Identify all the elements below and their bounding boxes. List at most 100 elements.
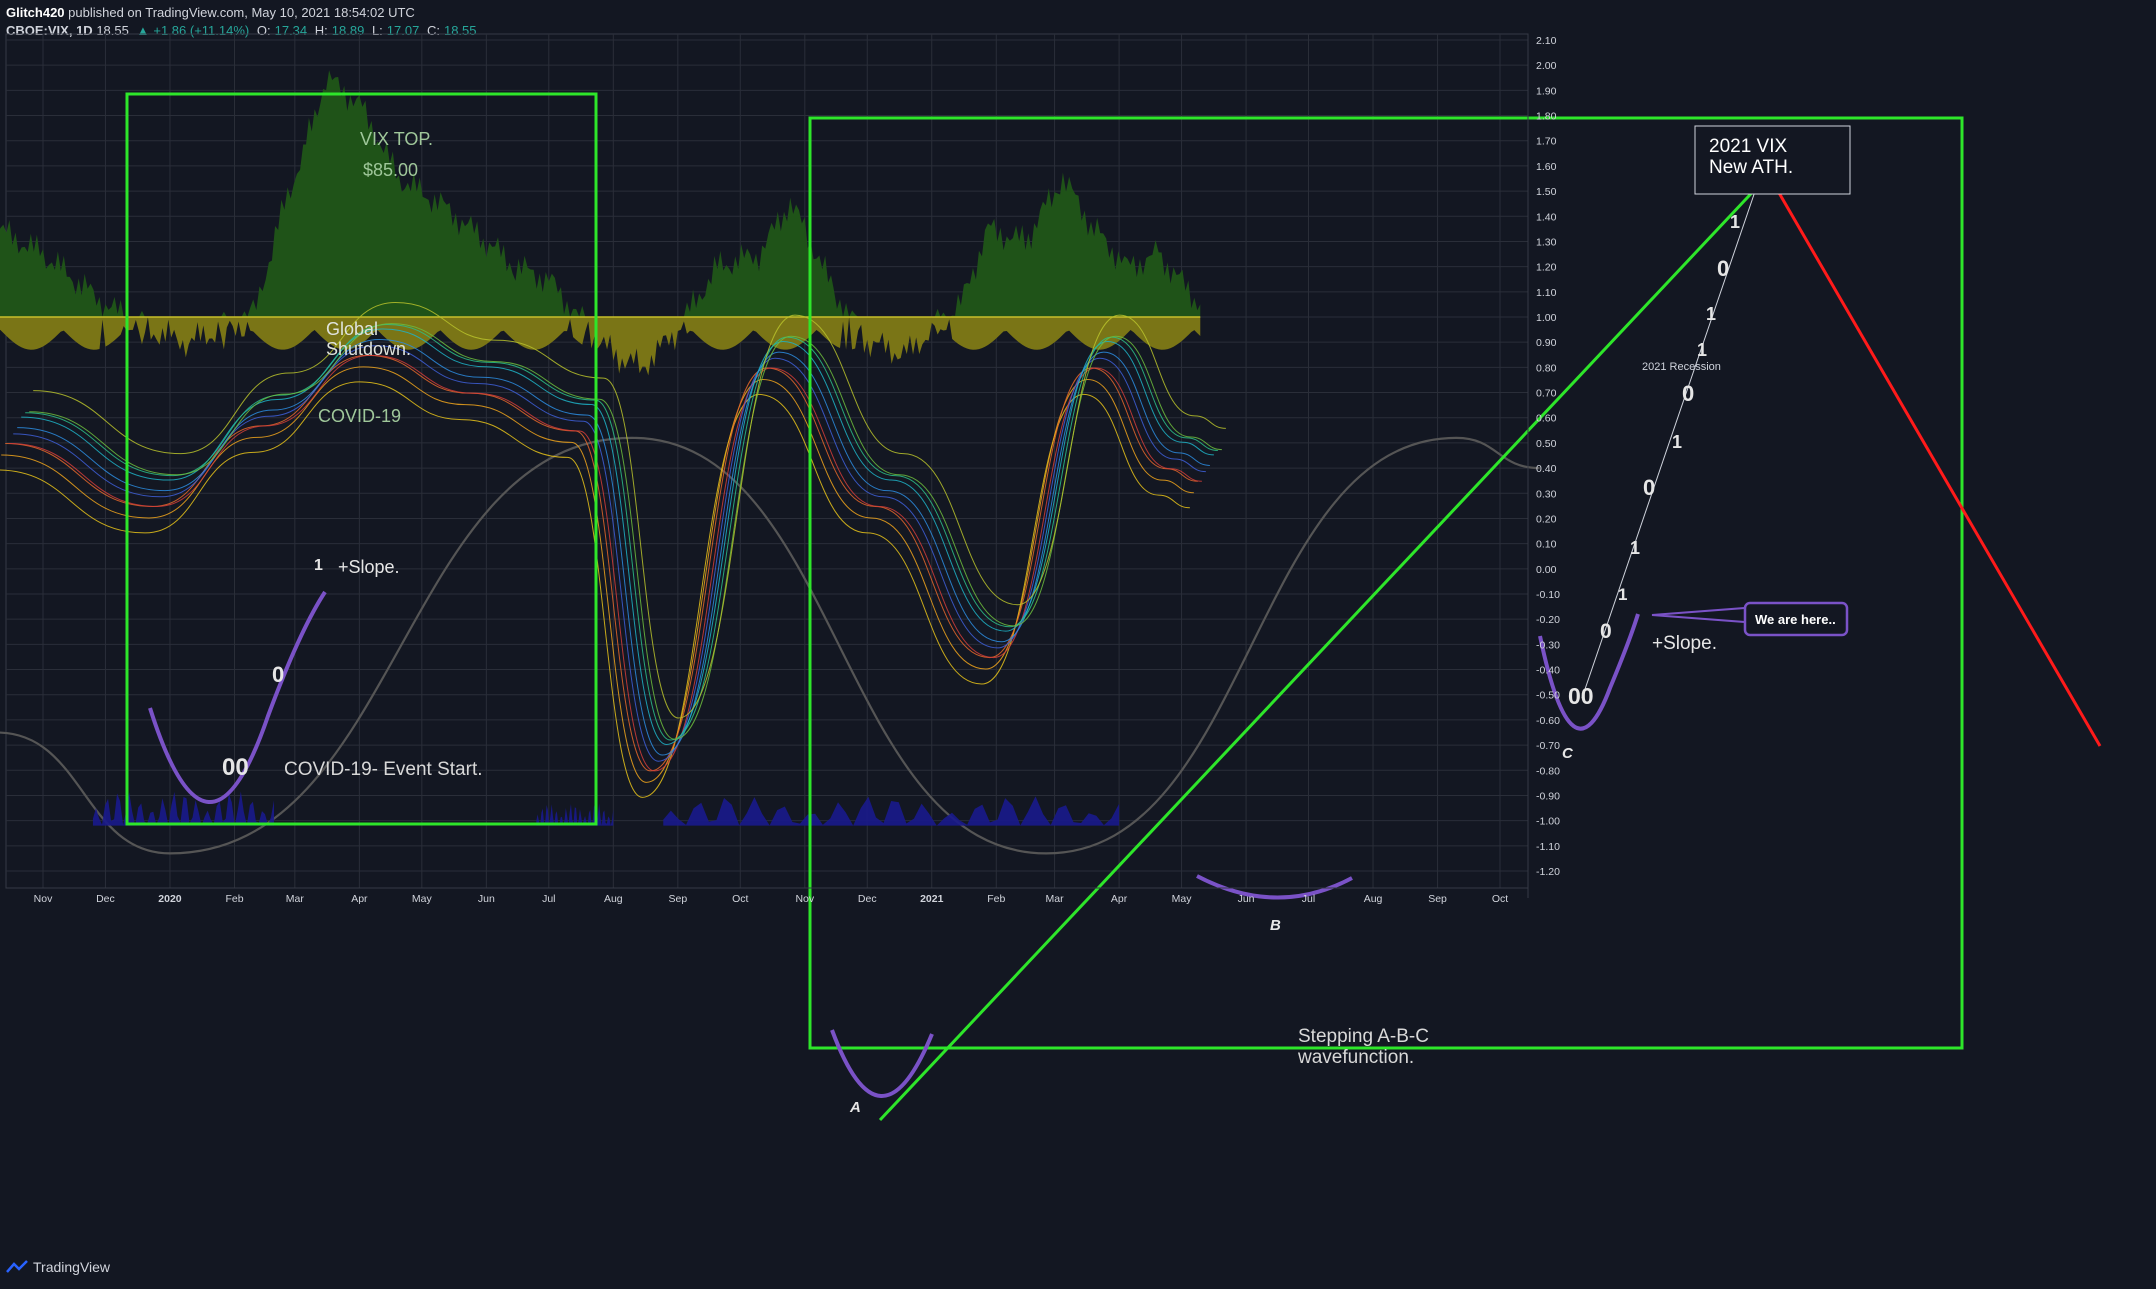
- price-tick-label: 1.60: [1536, 161, 1557, 173]
- digit-marker: 1: [1618, 585, 1627, 604]
- time-tick-label: Apr: [1111, 893, 1128, 905]
- time-tick-label: Feb: [225, 893, 243, 905]
- time-tick-label: 2020: [158, 893, 182, 905]
- price-tick-label: -0.20: [1536, 614, 1560, 626]
- wave-label-c: C: [1562, 745, 1574, 762]
- time-tick-label: Nov: [34, 893, 53, 905]
- price-tick-label: 2.10: [1536, 35, 1557, 47]
- price-tick-label: 0.70: [1536, 388, 1557, 400]
- time-tick-label: Feb: [987, 893, 1005, 905]
- time-tick-label: Oct: [1492, 893, 1508, 905]
- red-projection-line: [1773, 185, 2102, 747]
- digit-marker: 1: [1706, 304, 1716, 324]
- time-tick-label: 2021: [920, 893, 944, 905]
- price-tick-label: -0.10: [1536, 589, 1560, 601]
- price-tick-label: 2.00: [1536, 60, 1557, 72]
- covid-label: COVID-19: [318, 406, 401, 426]
- volume-burst: [536, 803, 614, 826]
- price-tick-label: 0.60: [1536, 413, 1557, 425]
- price-tick-label: 0.80: [1536, 362, 1557, 374]
- digit-marker: 1: [1630, 538, 1640, 558]
- footer-brand-label: TradingView: [33, 1259, 111, 1275]
- tradingview-logo-icon: [6, 1260, 28, 1273]
- time-tick-label: Jul: [542, 893, 555, 905]
- price-tick-label: 1.00: [1536, 312, 1557, 324]
- price-tick-label: -0.80: [1536, 765, 1560, 777]
- price-tick-label: -0.50: [1536, 690, 1560, 702]
- time-tick-label: Oct: [732, 893, 748, 905]
- price-tick-label: 0.50: [1536, 438, 1557, 450]
- price-tick-label: 1.50: [1536, 186, 1557, 198]
- vix-price-label: $85.00: [363, 160, 418, 180]
- we-are-here-label: We are here..: [1755, 612, 1836, 627]
- green-area: [0, 70, 1201, 317]
- digit-marker: 0: [1600, 620, 1612, 643]
- time-tick-label: Nov: [795, 893, 814, 905]
- vix-top-label: VIX TOP.: [360, 129, 433, 149]
- price-tick-label: -0.70: [1536, 740, 1560, 752]
- price-tick-label: -0.90: [1536, 790, 1560, 802]
- slope-label-c: +Slope.: [1652, 633, 1717, 654]
- price-tick-label: 1.70: [1536, 136, 1557, 148]
- digit-marker: 00: [222, 754, 249, 781]
- time-tick-label: Sep: [1428, 893, 1447, 905]
- price-tick-label: 0.10: [1536, 539, 1557, 551]
- price-tick-label: 0.30: [1536, 488, 1557, 500]
- price-tick-label: 1.90: [1536, 85, 1557, 97]
- price-axis[interactable]: 2.10 2.00 1.90 1.80 1.70 1.60 1.50 1.40 1.30 1.20…: [1527, 34, 1560, 898]
- covid-start-label: COVID-19- Event Start.: [284, 759, 483, 780]
- price-tick-label: 0.20: [1536, 513, 1557, 525]
- price-tick-label: -0.40: [1536, 665, 1560, 677]
- digit-marker: 0: [1643, 475, 1655, 500]
- price-tick-label: -1.10: [1536, 841, 1560, 853]
- digit-marker: 1: [1672, 432, 1682, 452]
- time-tick-label: Aug: [604, 893, 623, 905]
- price-tick-label: 1.30: [1536, 236, 1557, 248]
- time-tick-label: Mar: [1046, 893, 1065, 905]
- digit-marker: 1: [314, 557, 323, 574]
- digit-marker: 1: [1697, 340, 1707, 360]
- time-tick-label: Dec: [96, 893, 115, 905]
- digit-marker: 0: [272, 662, 284, 687]
- stepping-label: Stepping A-B-C wavefunction.: [1297, 1026, 1429, 1068]
- price-tick-label: -0.30: [1536, 639, 1560, 651]
- time-tick-label: May: [1172, 893, 1193, 905]
- price-tick-label: 1.40: [1536, 211, 1557, 223]
- wave-label-b: B: [1270, 917, 1281, 934]
- time-tick-label: May: [412, 893, 433, 905]
- time-tick-label: Jul: [1302, 893, 1315, 905]
- callout-pointer: [1651, 606, 1746, 624]
- time-tick-label: Sep: [668, 893, 687, 905]
- digit-marker: 00: [1568, 683, 1594, 709]
- price-tick-label: -1.20: [1536, 866, 1560, 878]
- time-tick-label: Mar: [286, 893, 305, 905]
- time-tick-label: Jun: [1238, 893, 1255, 905]
- price-tick-label: 1.80: [1536, 111, 1557, 123]
- price-tick-label: 1.10: [1536, 287, 1557, 299]
- time-tick-label: Aug: [1364, 893, 1383, 905]
- digit-marker: 0: [1717, 256, 1729, 281]
- cup-b: [1196, 874, 1353, 900]
- price-tick-label: -0.60: [1536, 715, 1560, 727]
- cup-a: [830, 1029, 934, 1098]
- price-tick-label: 0.00: [1536, 564, 1557, 576]
- digit-marker: 1: [1730, 212, 1740, 232]
- ath-label: 2021 VIX New ATH.: [1709, 136, 1793, 178]
- time-tick-label: Apr: [351, 893, 368, 905]
- price-chart[interactable]: VIX TOP.$85.00Global Shutdown.COVID-19+Sl…: [0, 0, 2156, 1289]
- oscillator-area: [0, 70, 1201, 376]
- time-tick-label: Dec: [858, 893, 877, 905]
- footer-brand[interactable]: TradingView: [6, 1259, 110, 1275]
- wave-label-a: A: [849, 1099, 861, 1116]
- yellow-area: [0, 317, 1201, 376]
- price-tick-label: 0.40: [1536, 463, 1557, 475]
- recession-label: 2021 Recession: [1642, 361, 1721, 373]
- digit-marker: 0: [1682, 381, 1694, 406]
- price-tick-label: 0.90: [1536, 337, 1557, 349]
- time-tick-label: Jun: [478, 893, 495, 905]
- ribbon-line: [25, 324, 1218, 741]
- price-tick-label: -1.00: [1536, 816, 1560, 828]
- price-tick-label: 1.20: [1536, 262, 1557, 274]
- slope-label-left: +Slope.: [338, 557, 400, 577]
- volume-burst: [663, 796, 1120, 826]
